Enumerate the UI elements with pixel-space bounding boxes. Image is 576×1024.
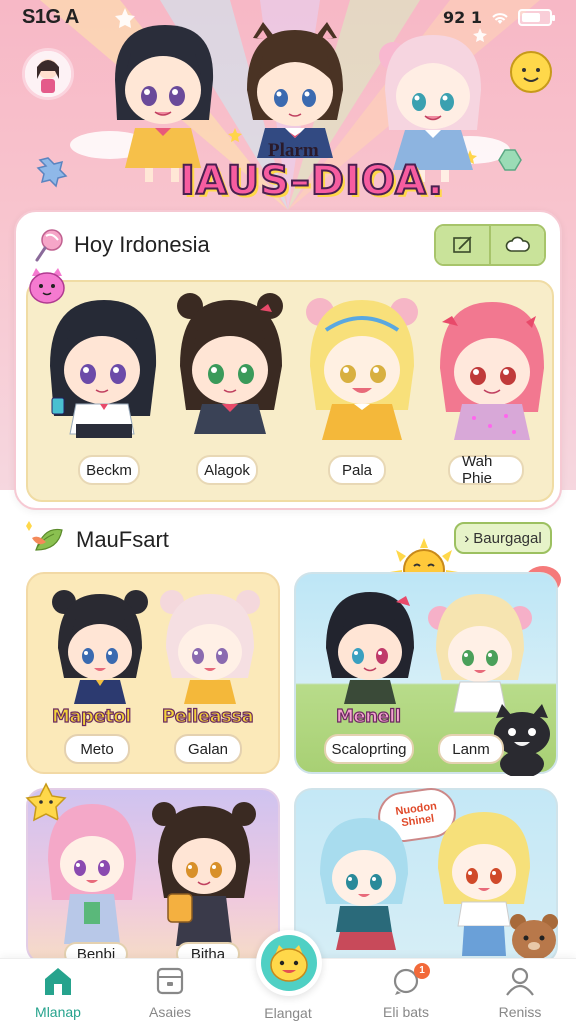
leaf-icon xyxy=(26,521,63,551)
friend-avatar-1[interactable] xyxy=(40,296,165,446)
friend-name-2[interactable]: Alagok xyxy=(196,455,258,485)
home-icon xyxy=(45,968,71,995)
nav-profile[interactable]: Reniss xyxy=(470,965,570,1021)
profile-avatar[interactable] xyxy=(22,48,74,100)
edit-icon xyxy=(452,236,472,253)
nav-assets[interactable]: Asaies xyxy=(120,965,220,1021)
friend-avatar-2[interactable] xyxy=(168,290,293,446)
section-title: Hoy Irdonesia xyxy=(74,232,210,257)
nav-home[interactable]: Mlanap xyxy=(8,965,108,1021)
room1-pill-1[interactable]: Meto xyxy=(64,734,130,764)
room1-character-1 xyxy=(52,590,148,704)
room1-pill-2[interactable]: Galan xyxy=(174,734,242,764)
room1-title-1: Mapetol xyxy=(51,705,131,727)
cloud-button[interactable] xyxy=(489,226,544,264)
nav-home-label: Mlanap xyxy=(35,1004,81,1020)
chevron-right-icon: › xyxy=(464,529,470,547)
room2-pill-2[interactable]: Lanm xyxy=(438,734,504,764)
hero-title: IAUS–DIOA. xyxy=(179,157,444,205)
friend-avatar-3[interactable] xyxy=(300,290,425,446)
profile-icon xyxy=(506,967,534,996)
cloud-icon xyxy=(505,236,530,252)
mascot-icon xyxy=(270,945,308,982)
friend-name-4[interactable]: Wah Phie xyxy=(448,453,524,487)
room2-character-1 xyxy=(326,592,414,704)
wardrobe-icon xyxy=(156,967,184,995)
create-fab[interactable] xyxy=(256,930,322,996)
panel-toolbar xyxy=(434,224,546,266)
room1-title-2: Peileassa xyxy=(161,705,254,727)
see-more-button[interactable]: › Baurgagal xyxy=(454,522,552,554)
section-header-rooms: MauFsart xyxy=(24,520,169,560)
nav-create-label: Elangat xyxy=(264,1005,312,1021)
room2-pill-1[interactable]: Scaloprting xyxy=(324,734,414,764)
edit-button[interactable] xyxy=(436,226,489,264)
chat-badge: 1 xyxy=(414,963,430,979)
nav-chats[interactable]: 1 Eli bats xyxy=(356,963,456,1021)
see-more-label: Baurgagal xyxy=(473,529,542,547)
section-header-friends: Hoy Irdonesia xyxy=(34,228,210,262)
lollipop-icon xyxy=(35,229,63,262)
friend-name-1[interactable]: Beckm xyxy=(78,455,140,485)
room4-character-1 xyxy=(320,818,408,950)
hero-banner: Plarm IAUS–DIOA. xyxy=(0,20,576,210)
bear-sticker-icon xyxy=(510,914,558,960)
room3-character-1 xyxy=(48,804,136,944)
room1-character-2 xyxy=(160,590,260,704)
friend-avatar-4[interactable] xyxy=(430,292,555,448)
room2-title: Menell xyxy=(335,705,401,727)
nav-assets-label: Asaies xyxy=(148,1004,192,1020)
nav-chats-label: Eli bats xyxy=(383,1004,429,1020)
section-title: MauFsart xyxy=(76,527,169,552)
nav-profile-label: Reniss xyxy=(498,1004,542,1020)
room3-character-2 xyxy=(152,802,256,946)
friend-name-3[interactable]: Pala xyxy=(328,455,386,485)
